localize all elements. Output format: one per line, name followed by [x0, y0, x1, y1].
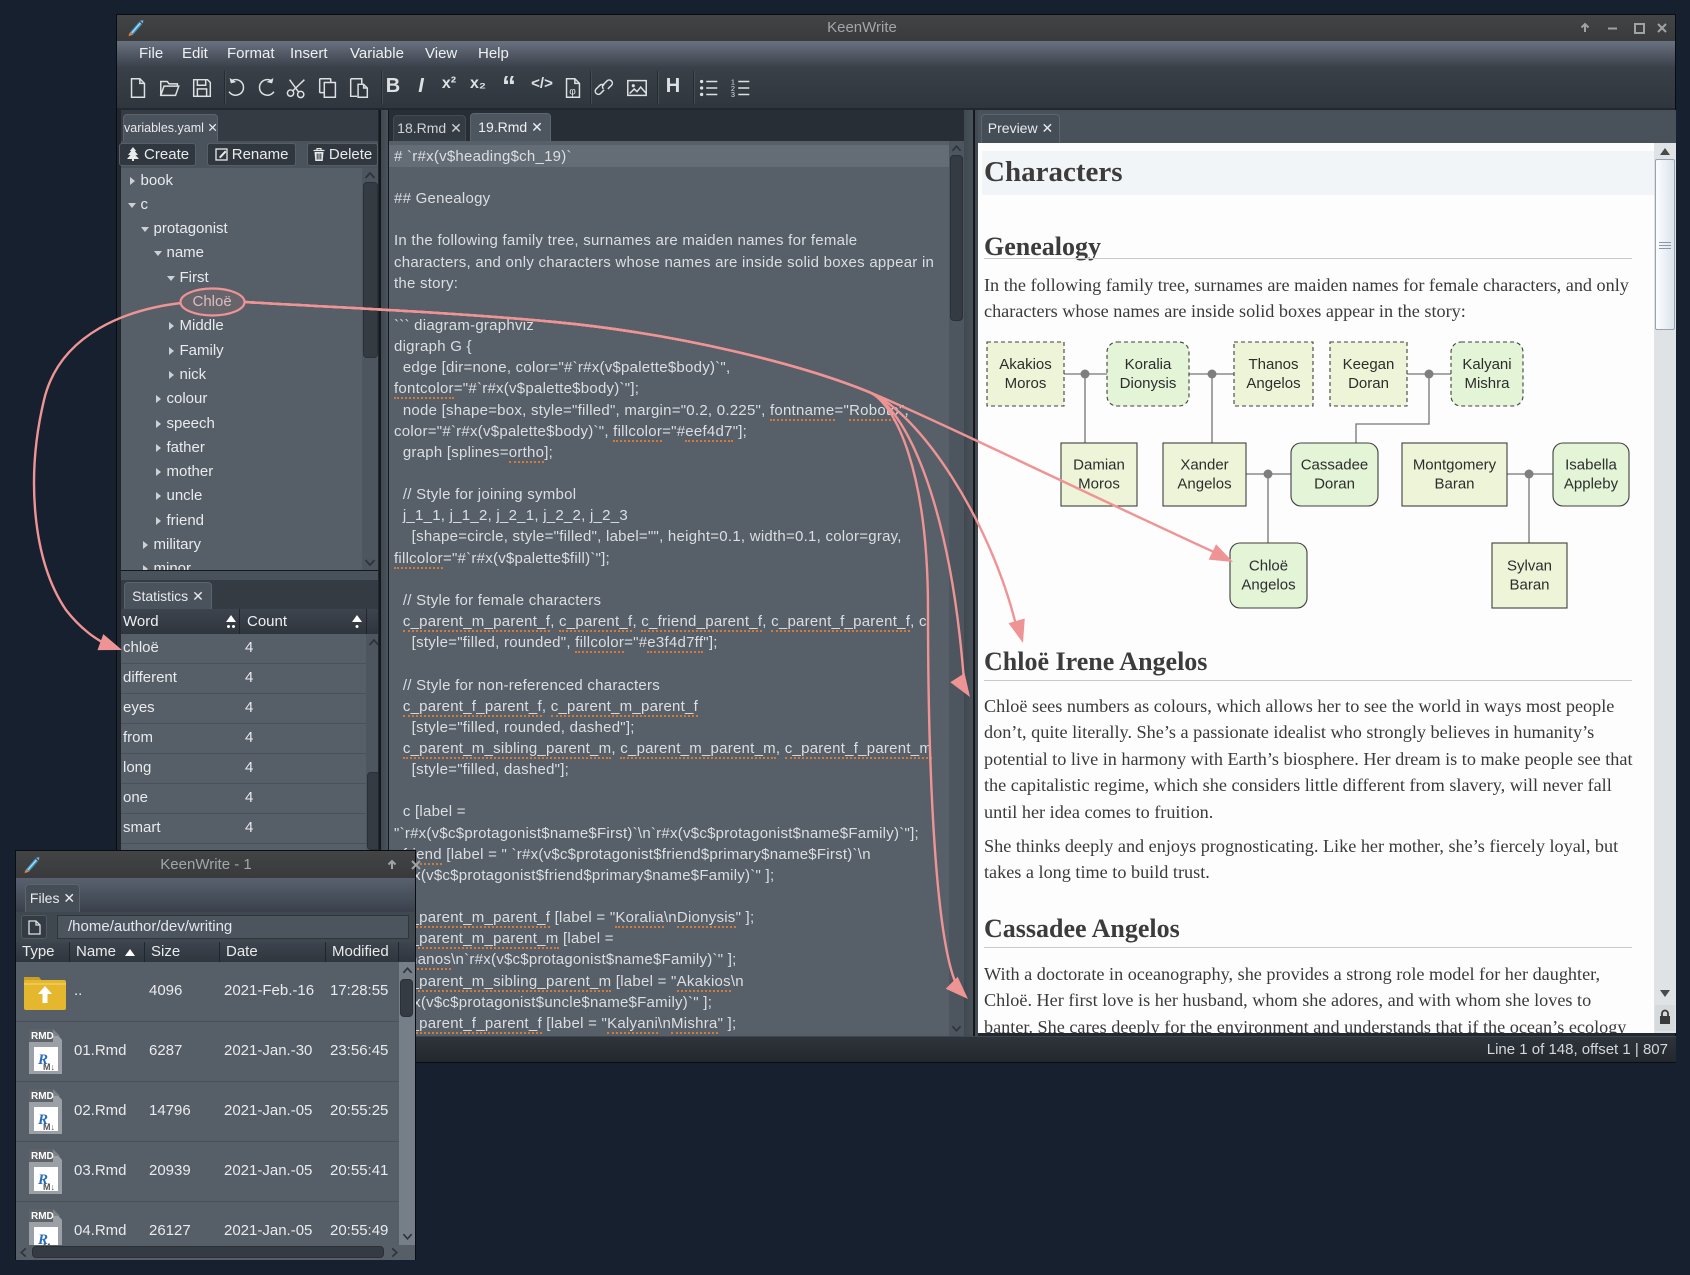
svg-text:M↓: M↓	[43, 1062, 55, 1072]
svg-text:Baran: Baran	[1434, 476, 1474, 493]
svg-text:Dionysis: Dionysis	[1120, 375, 1177, 392]
svg-text:RMD: RMD	[31, 1091, 54, 1102]
svg-text:Doran: Doran	[1314, 476, 1355, 493]
svg-text:Baran: Baran	[1509, 577, 1549, 594]
svg-text:Akakios: Akakios	[999, 356, 1052, 373]
svg-text:Mishra: Mishra	[1464, 375, 1510, 392]
svg-text:Chloë: Chloë	[1249, 558, 1288, 575]
svg-text:Xander: Xander	[1180, 457, 1228, 474]
svg-text:RMD: RMD	[31, 1151, 54, 1162]
svg-text:Angelos: Angelos	[1177, 476, 1231, 493]
svg-text:Thanos: Thanos	[1248, 356, 1298, 373]
svg-text:Cassadee: Cassadee	[1301, 457, 1369, 474]
svg-text:Kalyani: Kalyani	[1462, 356, 1511, 373]
svg-text:Isabella: Isabella	[1565, 457, 1617, 474]
svg-text:Angelos: Angelos	[1241, 577, 1295, 594]
svg-text:3: 3	[731, 90, 735, 99]
svg-text:Damian: Damian	[1073, 457, 1125, 474]
svg-text:Koralia: Koralia	[1125, 356, 1172, 373]
svg-text:M↓: M↓	[43, 1122, 55, 1132]
svg-text:Doran: Doran	[1348, 375, 1389, 392]
svg-text:Sylvan: Sylvan	[1507, 558, 1552, 575]
svg-text:Montgomery: Montgomery	[1413, 457, 1497, 474]
svg-text:Moros: Moros	[1005, 375, 1047, 392]
svg-text:Appleby: Appleby	[1564, 476, 1619, 493]
svg-text:M↓: M↓	[43, 1182, 55, 1192]
svg-text:Angelos: Angelos	[1246, 375, 1300, 392]
svg-text:RMD: RMD	[31, 1031, 54, 1042]
svg-text:φ: φ	[569, 86, 576, 97]
svg-text:RMD: RMD	[31, 1211, 54, 1222]
svg-text:Moros: Moros	[1078, 476, 1120, 493]
svg-text:Keegan: Keegan	[1343, 356, 1395, 373]
